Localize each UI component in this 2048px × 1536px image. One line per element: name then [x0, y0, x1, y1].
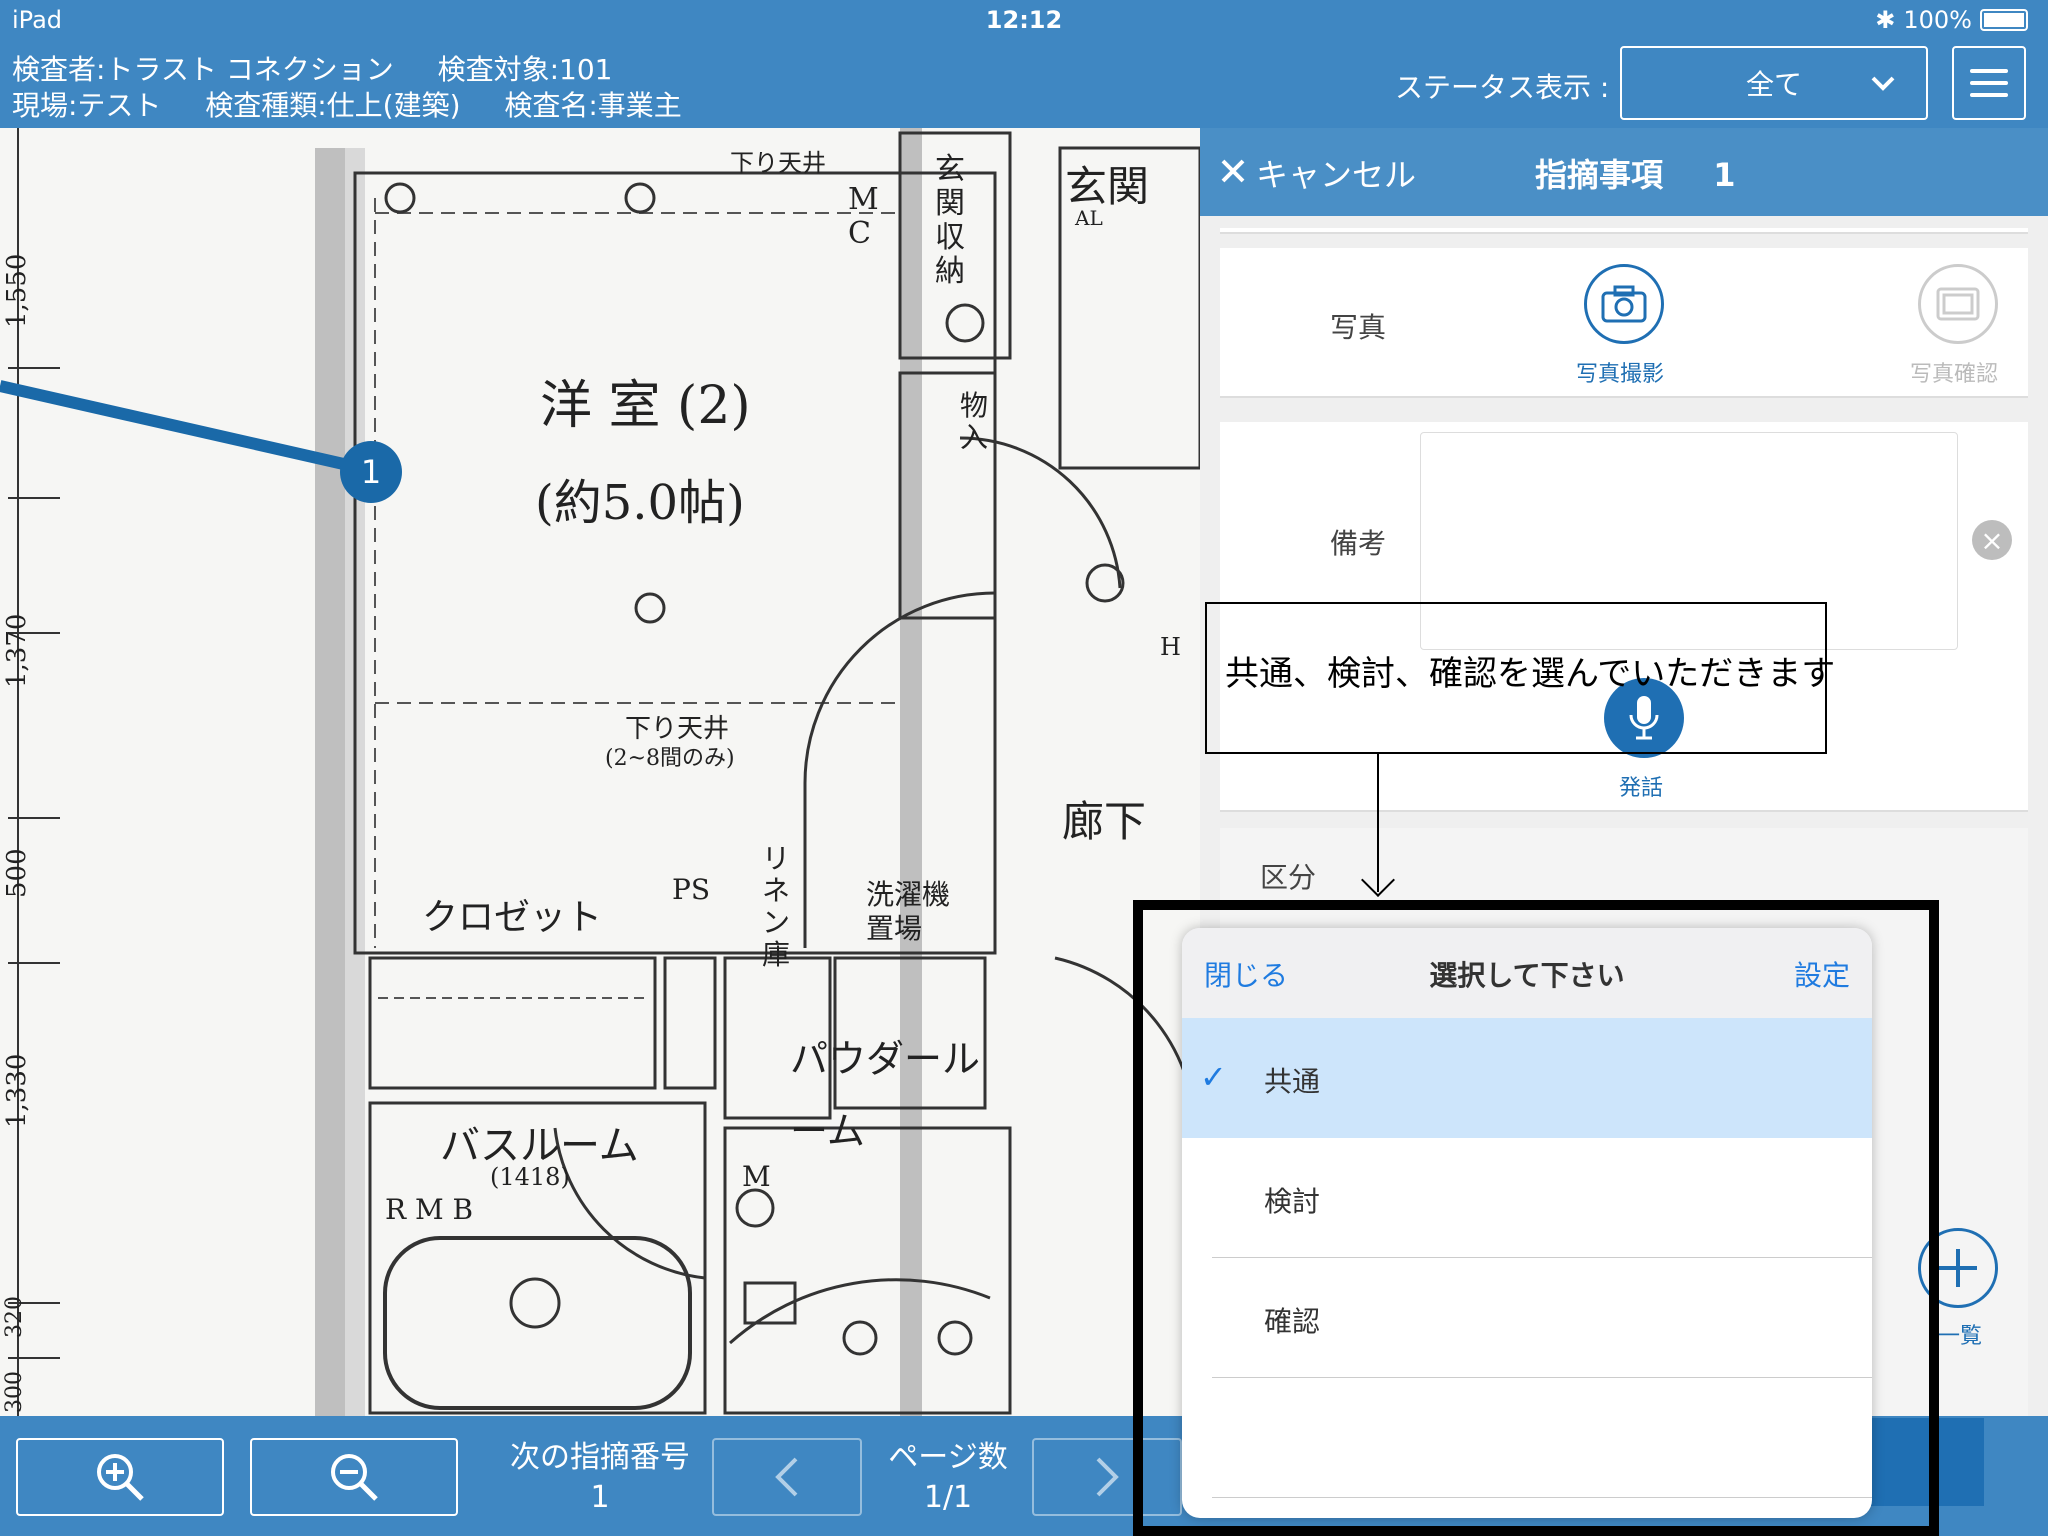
picker-settings-button[interactable]: 設定 [1794, 954, 1850, 994]
next-issue-value: 1 [590, 1480, 610, 1515]
close-icon [1220, 154, 1246, 192]
issue-number: 1 [1713, 156, 1736, 194]
status-bar: iPad 12:12 ✱ 100% [0, 0, 2048, 40]
chevron-right-icon [1096, 1457, 1119, 1497]
cancel-label: キャンセル [1256, 156, 1417, 194]
dimension-label: 1,550 [2, 253, 32, 328]
picker-option-common[interactable]: ✓ 共通 [1182, 1018, 1872, 1138]
menu-button[interactable] [1952, 46, 2026, 120]
callout-note: 共通、検討、確認を選んでいただきます [1205, 602, 1835, 754]
header-line-1: 検査者:トラスト コネクション 検査対象:101 [12, 48, 612, 88]
previous-page-button[interactable] [712, 1438, 862, 1516]
room-label-corridor: 廊下 [1062, 797, 1147, 846]
cancel-button[interactable]: キャンセル [1220, 150, 1416, 196]
header-line-2: 現場:テスト 検査種類:仕上(建築) 検査名:事業主 [12, 84, 682, 124]
inspection-target: 検査対象:101 [437, 53, 613, 86]
dimension-label: 1,370 [2, 613, 32, 688]
label-mc: M C [848, 182, 879, 251]
label-m: M [742, 1160, 771, 1193]
room-label-entrance: 玄関 [1065, 162, 1150, 211]
view-photo-button[interactable] [1918, 264, 1998, 344]
clock: 12:12 [985, 6, 1063, 34]
room-label-storage: 玄関収納 [935, 152, 965, 289]
plus-icon [1939, 1249, 1977, 1287]
status-filter-value: 全て [1745, 68, 1802, 101]
issue-marker-pin[interactable]: 1 [340, 441, 402, 503]
dimension-label: 500 [2, 848, 32, 898]
floor-plan-drawing [0, 128, 1200, 1416]
inspection-type: 検査種類:仕上(建築) [205, 89, 461, 122]
option-label: 共通 [1264, 1065, 1321, 1098]
clear-remarks-button[interactable]: × [1972, 520, 2012, 560]
divider [1220, 228, 2028, 234]
next-issue-label: 次の指摘番号 [510, 1440, 690, 1475]
bluetooth-icon: ✱ [1875, 6, 1896, 34]
photo-row: 写真 写真撮影 写真確認 [1220, 248, 2028, 398]
option-label: 検討 [1264, 1185, 1321, 1218]
list-label: 一覧 [1938, 1324, 1983, 1349]
battery-percent: 100% [1903, 6, 1972, 34]
picker-header: 選択して下さい 閉じる 設定 [1182, 928, 1872, 1018]
panel-header: キャンセル 指摘事項 1 [1200, 128, 2048, 216]
dimension-label: 1,330 [2, 1053, 32, 1128]
chevron-down-icon [1868, 68, 1898, 105]
status-filter-select[interactable]: 全て [1620, 46, 1928, 120]
panel-title: 指摘事項 1 [1535, 156, 1736, 194]
view-photo-label: 写真確認 [1910, 362, 1999, 387]
inspector: 検査者:トラスト コネクション [12, 53, 394, 86]
chevron-left-icon [775, 1457, 798, 1497]
label-ceiling-note: (2~8間のみ) [605, 746, 735, 771]
camera-icon [1601, 285, 1647, 323]
room-label-powder: パウダールーム [790, 1037, 981, 1153]
room-label-closet: クロゼット [422, 897, 603, 938]
divider [1212, 1497, 1872, 1498]
status-filter-label: ステータス表示 : [1395, 71, 1610, 104]
room-label-linen: リネン庫 [762, 842, 791, 971]
zoom-in-icon [97, 1454, 144, 1501]
floor-plan[interactable]: 1,550 1,370 500 1,330 320 300 洋 室 (2) (約… [0, 128, 1200, 1416]
clear-icon: × [1980, 523, 2004, 557]
label-ps: PS [672, 873, 711, 906]
category-label: 区分 [1260, 861, 1317, 894]
site: 現場:テスト [12, 89, 162, 122]
zoom-in-button[interactable] [16, 1438, 224, 1516]
dimension-label: 300 [2, 1371, 27, 1413]
label-h: H [1160, 633, 1181, 661]
dimension-label: 320 [2, 1296, 27, 1338]
zoom-out-button[interactable] [250, 1438, 458, 1516]
room-size-bath: (1418) [490, 1163, 570, 1191]
hamburger-icon [1970, 69, 2008, 73]
label-top-ceiling: 下り天井 [730, 149, 826, 177]
option-label: 確認 [1264, 1305, 1321, 1338]
checkmark-icon: ✓ [1200, 1058, 1227, 1096]
speak-label: 発話 [1619, 776, 1664, 801]
remarks-label: 備考 [1330, 527, 1387, 560]
page-count-label: ページ数 [888, 1440, 1008, 1475]
inspection-name: 検査名:事業主 [504, 89, 682, 122]
label-rmb: R M B [385, 1193, 474, 1226]
room-size-western: (約5.0帖) [535, 475, 745, 531]
label-al: AL [1075, 206, 1103, 230]
take-photo-label: 写真撮影 [1576, 362, 1665, 387]
room-label-storage2: 物入 [960, 389, 989, 454]
picker-option-confirm[interactable]: 確認 [1182, 1258, 1872, 1378]
app-header: 検査者:トラスト コネクション 検査対象:101 現場:テスト 検査種類:仕上(… [0, 40, 2048, 128]
status-right: ✱ 100% [1875, 6, 2028, 34]
room-label-western: 洋 室 (2) [540, 376, 751, 436]
category-picker: 選択して下さい 閉じる 設定 ✓ 共通 検討 確認 [1182, 928, 1872, 1518]
picker-option-review[interactable]: 検討 [1182, 1138, 1872, 1258]
zoom-out-icon [331, 1454, 378, 1501]
battery-icon [1980, 9, 2028, 31]
image-icon [1936, 287, 1980, 321]
picker-close-button[interactable]: 閉じる [1204, 954, 1288, 994]
photo-label: 写真 [1330, 311, 1387, 344]
room-label-laundry: 洗濯機置場 [866, 878, 951, 945]
page-count-value: 1/1 [923, 1480, 973, 1515]
take-photo-button[interactable] [1584, 264, 1664, 344]
picker-option-empty[interactable] [1182, 1378, 1872, 1498]
